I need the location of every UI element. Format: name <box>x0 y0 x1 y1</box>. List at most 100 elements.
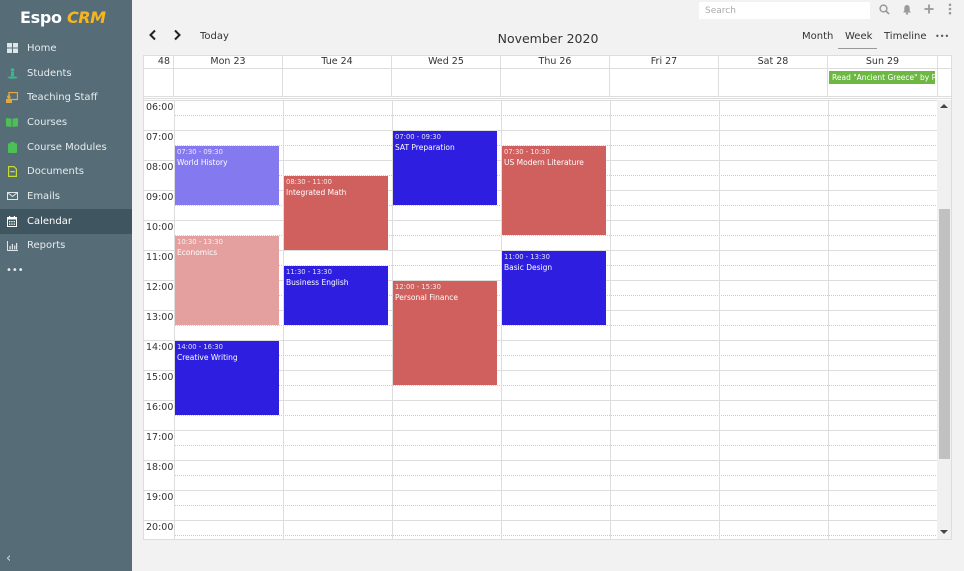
time-label: 18:00 <box>146 462 174 473</box>
all-day-cell[interactable] <box>610 69 719 96</box>
sidebar-item-calendar[interactable]: Calendar <box>0 208 132 234</box>
event-time: 07:30 - 10:30 <box>504 148 550 156</box>
calendar-event[interactable]: 11:00 - 13:30 Basic Design <box>502 251 606 325</box>
sidebar-item-label: Home <box>27 42 57 54</box>
scroll-up-arrow-icon[interactable] <box>940 104 948 108</box>
time-label: 07:00 <box>146 132 174 143</box>
day-header-row: 48 Mon 23 Tue 24 Wed 25 Thu 26 Fri 27 Sat 28 S… <box>144 56 951 69</box>
all-day-cell[interactable] <box>392 69 501 96</box>
time-label: 13:00 <box>146 312 174 323</box>
event-title: Business English <box>286 278 349 287</box>
sidebar-item-documents[interactable]: Documents <box>0 159 132 184</box>
chart-icon <box>6 240 18 251</box>
sidebar-item-label: Emails <box>27 190 60 202</box>
scroll-down-arrow-icon[interactable] <box>940 530 948 534</box>
calendar-event[interactable]: 07:30 - 09:30 World History <box>175 146 279 205</box>
day-header[interactable]: Thu 26 <box>501 56 610 69</box>
event-title: Basic Design <box>504 263 553 272</box>
all-day-cell[interactable] <box>174 69 283 96</box>
calendar-title: November 2020 <box>497 31 599 46</box>
event-time: 08:30 - 11:00 <box>286 178 332 186</box>
all-day-cell[interactable] <box>501 69 610 96</box>
calendar-event[interactable]: 14:00 - 16:30 Creative Writing <box>175 341 279 415</box>
day-header[interactable]: Sun 29 <box>828 56 938 69</box>
sidebar-item-students[interactable]: Students <box>0 61 132 86</box>
day-header[interactable]: Sat 28 <box>719 56 828 69</box>
week-calendar: 48 Mon 23 Tue 24 Wed 25 Thu 26 Fri 27 Sat 28 S… <box>143 55 952 540</box>
teacher-icon <box>6 92 18 104</box>
global-search-input[interactable] <box>699 2 870 19</box>
time-grid: 06:00 07:00 08:00 09:00 10:00 11:00 12:00 13:00… <box>144 100 951 539</box>
sidebar-item-label: Course Modules <box>27 141 107 153</box>
calendar-event[interactable]: 12:00 - 15:30 Personal Finance <box>393 281 497 385</box>
half-hour-line <box>174 385 938 386</box>
active-view-indicator <box>838 48 877 49</box>
time-label: 09:00 <box>146 192 174 203</box>
student-icon <box>6 67 18 79</box>
view-month-button[interactable]: Month <box>802 31 833 42</box>
event-title: Integrated Math <box>286 188 347 197</box>
calendar-event[interactable]: 10:30 - 13:30 Economics <box>175 236 279 325</box>
sidebar-nav: Home Students Teaching Staff Courses Course … <box>0 36 132 283</box>
half-hour-line <box>174 445 938 446</box>
hour-line <box>144 430 938 431</box>
event-title: World History <box>177 158 228 167</box>
calendar-event[interactable]: 07:30 - 10:30 US Modern Literature <box>502 146 606 235</box>
scrollbar[interactable] <box>937 100 951 539</box>
sidebar-item-label: Reports <box>27 240 66 252</box>
event-time: 11:00 - 13:30 <box>504 253 550 261</box>
sidebar-item-home[interactable]: Home <box>0 36 132 61</box>
week-number: 48 <box>144 56 174 69</box>
sidebar-item-label: Calendar <box>27 215 72 227</box>
all-day-cell[interactable] <box>283 69 392 96</box>
collapse-sidebar-button[interactable]: ‹ <box>6 551 11 566</box>
all-day-event[interactable]: Read "Ancient Greece" by R. <box>829 71 935 84</box>
all-day-cell[interactable] <box>719 69 828 96</box>
prev-button[interactable] <box>148 29 158 44</box>
half-hour-line <box>174 115 938 116</box>
calendar-icon <box>6 215 18 227</box>
half-hour-line <box>174 415 938 416</box>
view-timeline-button[interactable]: Timeline <box>884 31 927 42</box>
calendar-event[interactable]: 08:30 - 11:00 Integrated Math <box>284 176 388 250</box>
logo[interactable]: Espo CRM <box>20 8 112 30</box>
envelope-icon <box>6 191 18 202</box>
calendar-event[interactable]: 11:30 - 13:30 Business English <box>284 266 388 325</box>
next-button[interactable] <box>172 29 182 44</box>
event-time: 07:30 - 09:30 <box>177 148 223 156</box>
time-label: 17:00 <box>146 432 174 443</box>
day-header[interactable]: Tue 24 <box>283 56 392 69</box>
sidebar-item-label: Students <box>27 67 72 79</box>
time-label: 20:00 <box>146 522 174 533</box>
time-label: 14:00 <box>146 342 174 353</box>
logo-espo: Espo <box>20 8 62 27</box>
event-time: 14:00 - 16:30 <box>177 343 223 351</box>
sidebar-item-course-modules[interactable]: Course Modules <box>0 135 132 160</box>
event-title: Economics <box>177 248 218 257</box>
day-header[interactable]: Fri 27 <box>610 56 719 69</box>
calendar-event[interactable]: 07:00 - 09:30 SAT Preparation <box>393 131 497 205</box>
day-column-divider <box>719 100 720 539</box>
sidebar-item-emails[interactable]: Emails <box>0 184 132 209</box>
all-day-label-cell <box>144 69 174 96</box>
sidebar-more-button[interactable]: ••• <box>0 258 132 283</box>
view-week-button[interactable]: Week <box>845 31 872 42</box>
half-hour-line <box>174 325 938 326</box>
sidebar-item-courses[interactable]: Courses <box>0 110 132 135</box>
hour-line <box>144 490 938 491</box>
search-icon[interactable] <box>877 2 891 16</box>
sidebar-item-teaching-staff[interactable]: Teaching Staff <box>0 85 132 110</box>
sidebar-item-label: Teaching Staff <box>27 92 98 104</box>
kebab-menu-icon[interactable] <box>946 2 954 16</box>
day-header[interactable]: Wed 25 <box>392 56 501 69</box>
today-button[interactable]: Today <box>200 31 229 42</box>
event-title: US Modern Literature <box>504 158 584 167</box>
bell-icon[interactable] <box>901 2 913 16</box>
day-header[interactable]: Mon 23 <box>174 56 283 69</box>
more-views-button[interactable]: ••• <box>935 32 949 41</box>
clipboard-icon <box>6 141 18 153</box>
plus-icon[interactable] <box>923 2 935 16</box>
all-day-row: Read "Ancient Greece" by R. <box>144 69 951 99</box>
sidebar-item-reports[interactable]: Reports <box>0 234 132 259</box>
scrollbar-thumb[interactable] <box>939 208 950 459</box>
